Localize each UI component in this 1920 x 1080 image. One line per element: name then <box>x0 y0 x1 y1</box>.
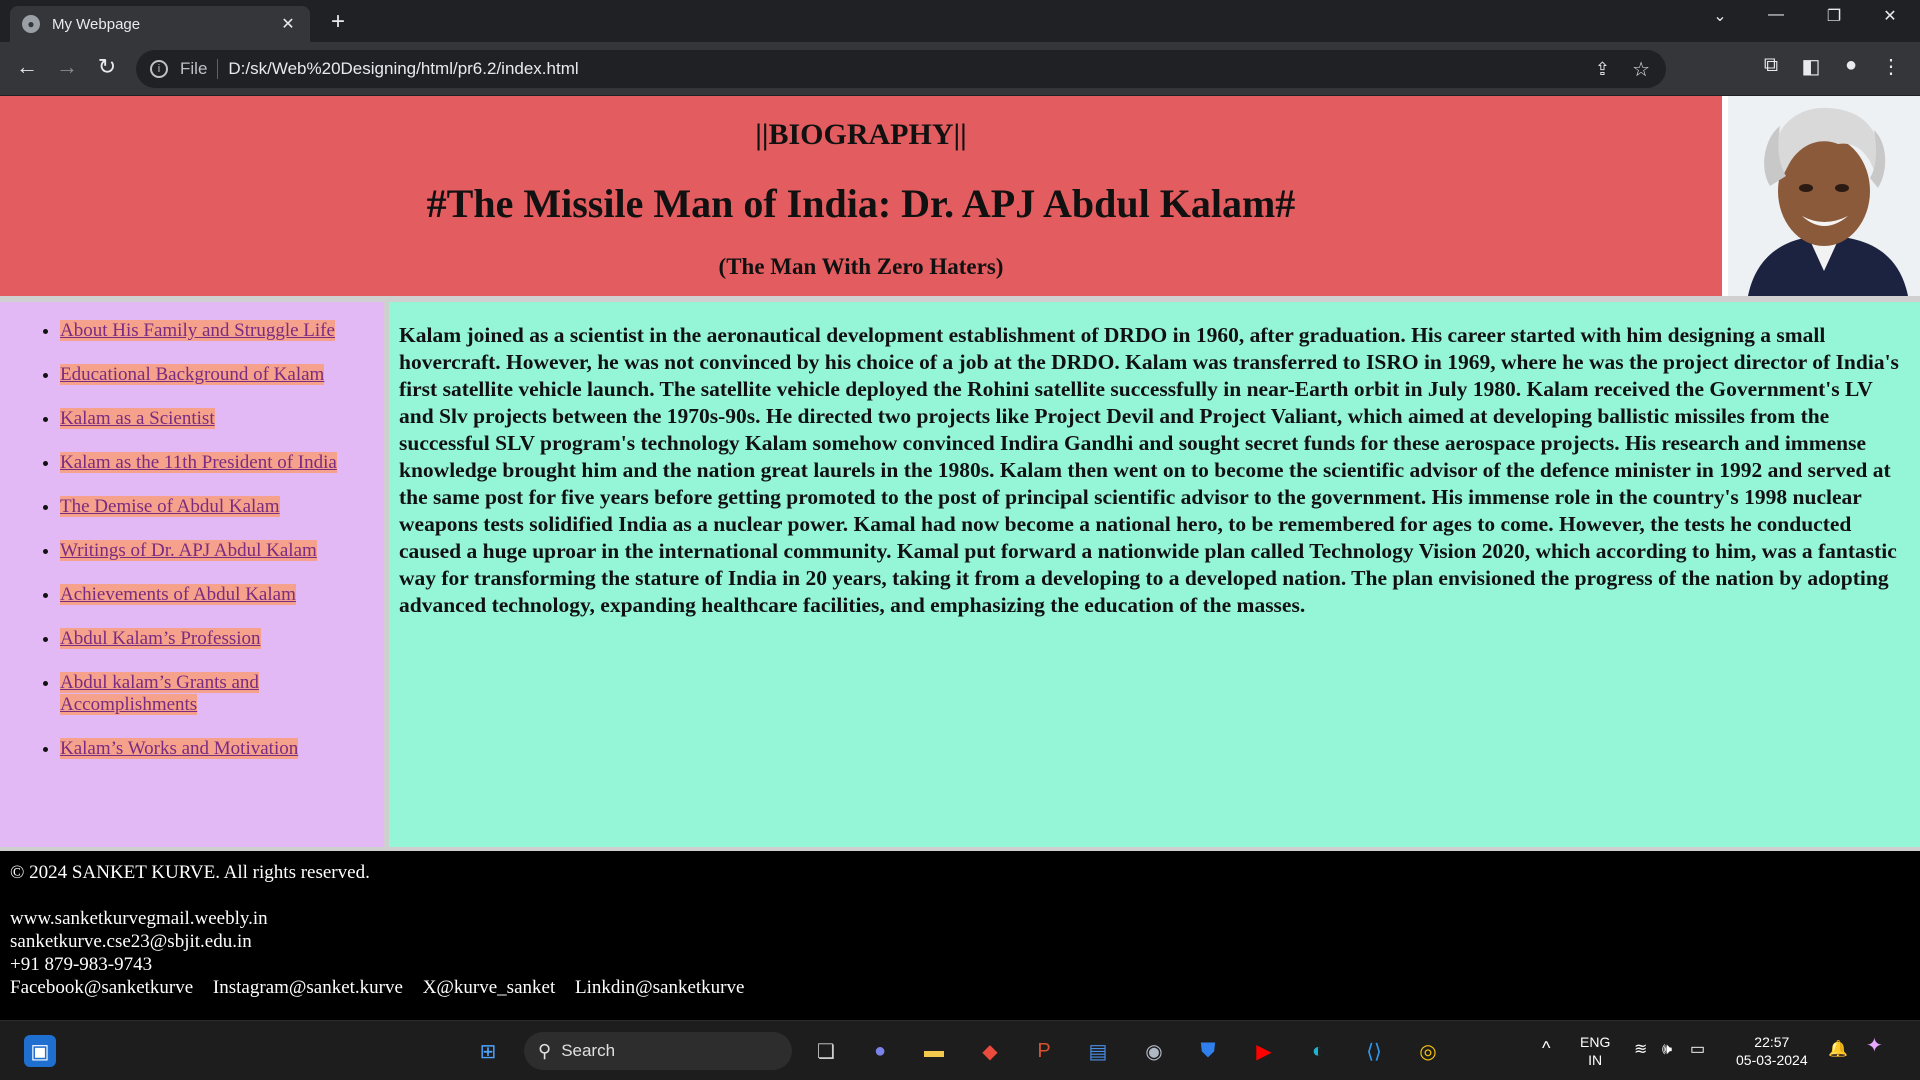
sidebar-link-family[interactable]: About His Family and Struggle Life <box>60 320 335 341</box>
sidebar-link-president[interactable]: Kalam as the 11th President of India <box>60 452 337 473</box>
task-view-icon[interactable]: ❏ <box>810 1035 842 1067</box>
new-tab-button[interactable]: + <box>324 8 352 36</box>
browser-toolbar: ← → ↻ i File D:/sk/Web%20Designing/html/… <box>0 42 1920 96</box>
biography-heading: ||BIOGRAPHY|| <box>755 118 967 151</box>
extensions-icon[interactable]: ⧉ <box>1756 54 1786 77</box>
sidebar-item: Kalam as the 11th President of India <box>60 452 360 474</box>
biography-paragraph: Kalam joined as a scientist in the aeron… <box>399 323 1899 617</box>
clock[interactable]: 22:57 05-03-2024 <box>1736 1033 1808 1069</box>
website-text: www.sanketkurvegmail.weebly.in <box>10 908 268 929</box>
powerpoint-icon[interactable]: P <box>1028 1035 1060 1067</box>
sidebar-link-demise[interactable]: The Demise of Abdul Kalam <box>60 496 280 517</box>
youtube-icon[interactable]: ▶ <box>1248 1035 1280 1067</box>
sidebar-link-achievements[interactable]: Achievements of Abdul Kalam <box>60 584 296 605</box>
taskbar-search[interactable]: ⚲ Search <box>524 1032 792 1070</box>
page-header: ||BIOGRAPHY|| #The Missile Man of India:… <box>0 96 1722 296</box>
edge-icon[interactable]: ◐ <box>1302 1035 1334 1067</box>
main-content: Kalam joined as a scientist in the aeron… <box>389 302 1920 847</box>
clock-time: 22:57 <box>1754 1034 1790 1050</box>
page-footer: © 2024 SANKET KURVE. All rights reserved… <box>0 851 1920 1020</box>
sidebar-item: Educational Background of Kalam <box>60 364 360 386</box>
sidebar-link-education[interactable]: Educational Background of Kalam <box>60 364 325 385</box>
profile-icon[interactable]: ● <box>1836 54 1866 77</box>
sidebar-link-writings[interactable]: Writings of Dr. APJ Abdul Kalam <box>60 540 317 561</box>
x-handle: X@kurve_sanket <box>422 977 556 998</box>
copyright-text: © 2024 SANKET KURVE. All rights reserved… <box>10 862 370 883</box>
sidebar-item: Abdul kalam’s Grants and Accomplishments <box>60 672 360 716</box>
social-handles: Facebook@sanketkurve Instagram@sanket.ku… <box>10 976 1920 999</box>
vscode-icon[interactable]: ⟨⟩ <box>1358 1035 1390 1067</box>
security-shield-icon[interactable]: ⛊ <box>1192 1035 1224 1067</box>
menu-kebab-icon[interactable]: ⋮ <box>1876 54 1906 79</box>
portrait-image <box>1728 96 1920 296</box>
facebook-handle: Facebook@sanketkurve <box>10 977 194 998</box>
clock-date: 05-03-2024 <box>1736 1052 1808 1068</box>
volume-icon[interactable]: 🕪 <box>1662 1041 1672 1059</box>
url-scheme: File <box>180 59 208 78</box>
tab-search-icon[interactable]: ⌄ <box>1700 6 1740 26</box>
sidebar-item: Kalam’s Works and Motivation <box>60 738 360 760</box>
sidebar-link-scientist[interactable]: Kalam as a Scientist <box>60 408 215 429</box>
widgets-icon[interactable]: ▣ <box>24 1035 56 1067</box>
info-icon[interactable]: i <box>150 60 168 78</box>
browser-tab[interactable]: ● My Webpage ✕ <box>10 6 310 42</box>
phone-text: +91 879-983-9743 <box>10 954 153 975</box>
taskbar-search-label: Search <box>561 1041 616 1060</box>
battery-icon[interactable]: ▭ <box>1690 1041 1705 1059</box>
teams-chat-icon[interactable]: ● <box>864 1035 896 1067</box>
linkedin-handle: Linkdin@sanketkurve <box>574 977 745 998</box>
wifi-icon[interactable]: ≋ <box>1634 1041 1647 1059</box>
email-text: sanketkurve.cse23@sbjit.edu.in <box>10 931 252 952</box>
sidebar-list: About His Family and Struggle Life Educa… <box>0 302 384 760</box>
page-title: #The Missile Man of India: Dr. APJ Abdul… <box>426 181 1296 226</box>
tab-title: My Webpage <box>52 15 141 33</box>
instagram-handle: Instagram@sanket.kurve <box>212 977 403 998</box>
taskbar: ▣ ⊞ ⚲ Search ❏ ● ▬ ◆ P ▤ ◉ ⛊ ▶ ◐ ⟨⟩ ◎ ^ … <box>0 1020 1920 1080</box>
webpage: ||BIOGRAPHY|| #The Missile Man of India:… <box>0 96 1920 1020</box>
url-separator <box>217 59 219 79</box>
reload-button[interactable]: ↻ <box>92 54 122 80</box>
browser-tab-strip: ● My Webpage ✕ + ⌄ — ❐ ✕ <box>0 0 1920 42</box>
notification-bell-icon[interactable]: 🔔 <box>1828 1041 1848 1059</box>
sidebar-item: Achievements of Abdul Kalam <box>60 584 360 606</box>
notepad-icon[interactable]: ▤ <box>1082 1035 1114 1067</box>
sidebar-item: About His Family and Struggle Life <box>60 320 360 342</box>
sidebar-item: Abdul Kalam’s Profession <box>60 628 360 650</box>
language-code: ENG <box>1580 1034 1611 1050</box>
forward-button[interactable]: → <box>52 54 82 80</box>
region-code: IN <box>1588 1052 1603 1068</box>
copilot-icon[interactable]: ✦ <box>1866 1036 1883 1056</box>
bookmark-star-icon[interactable]: ☆ <box>1632 57 1650 82</box>
sidebar-nav: About His Family and Struggle Life Educa… <box>0 302 384 847</box>
back-button[interactable]: ← <box>12 54 42 80</box>
start-button-icon[interactable]: ⊞ <box>472 1035 504 1067</box>
chevron-up-icon[interactable]: ^ <box>1542 1039 1550 1057</box>
anydesk-icon[interactable]: ◆ <box>974 1035 1006 1067</box>
globe-icon: ● <box>22 15 40 33</box>
page-subtitle: (The Man With Zero Haters) <box>718 254 1004 279</box>
camera-icon[interactable]: ◉ <box>1138 1035 1170 1067</box>
close-tab-icon[interactable]: ✕ <box>278 14 298 34</box>
minimize-button[interactable]: — <box>1756 6 1796 24</box>
language-indicator[interactable]: ENG IN <box>1580 1033 1610 1069</box>
search-icon: ⚲ <box>538 1040 552 1061</box>
sidebar-link-works[interactable]: Kalam’s Works and Motivation <box>60 738 299 759</box>
close-window-button[interactable]: ✕ <box>1870 6 1910 26</box>
share-icon[interactable]: ⇪ <box>1595 59 1610 80</box>
chrome-icon[interactable]: ◎ <box>1412 1035 1444 1067</box>
restore-button[interactable]: ❐ <box>1814 6 1854 26</box>
address-bar[interactable]: i File D:/sk/Web%20Designing/html/pr6.2/… <box>136 50 1666 88</box>
url-text[interactable]: D:/sk/Web%20Designing/html/pr6.2/index.h… <box>228 59 578 79</box>
sidebar-link-profession[interactable]: Abdul Kalam’s Profession <box>60 628 261 649</box>
file-explorer-icon[interactable]: ▬ <box>918 1035 950 1067</box>
sidebar-item: Kalam as a Scientist <box>60 408 360 430</box>
sidebar-item: The Demise of Abdul Kalam <box>60 496 360 518</box>
sidebar-item: Writings of Dr. APJ Abdul Kalam <box>60 540 360 562</box>
side-panel-icon[interactable]: ◧ <box>1796 54 1826 79</box>
sidebar-link-grants[interactable]: Abdul kalam’s Grants and Accomplishments <box>60 672 259 715</box>
